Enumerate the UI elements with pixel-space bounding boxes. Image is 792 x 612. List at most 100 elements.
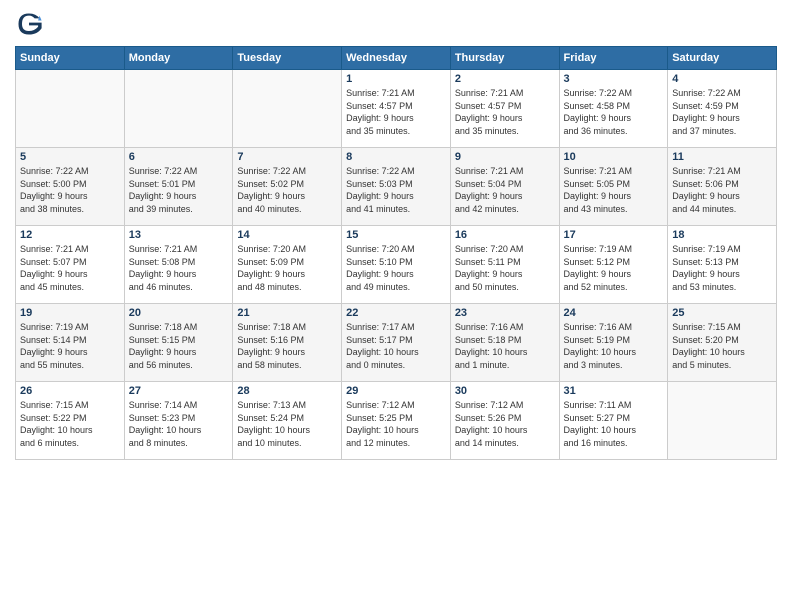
- calendar-day-cell: 7 Sunrise: 7:22 AM Sunset: 5:02 PM Daylig…: [233, 148, 342, 226]
- calendar-day-cell: 25 Sunrise: 7:15 AM Sunset: 5:20 PM Dayli…: [668, 304, 777, 382]
- calendar-day-cell: 12Sunrise: 7:21 AM Sunset: 5:07 PM Dayli…: [16, 226, 125, 304]
- calendar-week-row: 5Sunrise: 7:22 AM Sunset: 5:00 PM Daylig…: [16, 148, 777, 226]
- weekday-header: Wednesday: [342, 47, 451, 70]
- calendar-day-cell: 17Sunrise: 7:19 AM Sunset: 5:12 PM Dayli…: [559, 226, 668, 304]
- day-number: 21: [237, 307, 337, 319]
- day-info: Sunrise: 7:14 AM Sunset: 5:23 PM Dayligh…: [129, 399, 229, 449]
- day-info: Sunrise: 7:15 AM Sunset: 5:22 PM Dayligh…: [20, 399, 120, 449]
- day-info: Sunrise: 7:18 AM Sunset: 5:15 PM Dayligh…: [129, 321, 229, 371]
- calendar-day-cell: 5Sunrise: 7:22 AM Sunset: 5:00 PM Daylig…: [16, 148, 125, 226]
- calendar-day-cell: 3Sunrise: 7:22 AM Sunset: 4:58 PM Daylig…: [559, 70, 668, 148]
- logo-icon: [15, 10, 43, 38]
- day-info: Sunrise: 7:12 AM Sunset: 5:25 PM Dayligh…: [346, 399, 446, 449]
- day-number: 23: [455, 307, 555, 319]
- day-info: Sunrise: 7:21 AM Sunset: 5:06 PM Dayligh…: [672, 165, 772, 215]
- day-number: 31: [564, 385, 664, 397]
- day-info: Sunrise: 7:22 AM Sunset: 4:59 PM Dayligh…: [672, 87, 772, 137]
- calendar-day-cell: 16 Sunrise: 7:20 AM Sunset: 5:11 PM Dayli…: [450, 226, 559, 304]
- calendar-day-cell: 22 Sunrise: 7:17 AM Sunset: 5:17 PM Dayli…: [342, 304, 451, 382]
- calendar-day-cell: 29 Sunrise: 7:12 AM Sunset: 5:25 PM Dayli…: [342, 382, 451, 460]
- day-number: 13: [129, 229, 229, 241]
- calendar-day-cell: 15Sunrise: 7:20 AM Sunset: 5:10 PM Dayli…: [342, 226, 451, 304]
- calendar-week-row: 1 Sunrise: 7:21 AM Sunset: 4:57 PM Daylig…: [16, 70, 777, 148]
- day-info: Sunrise: 7:11 AM Sunset: 5:27 PM Dayligh…: [564, 399, 664, 449]
- day-number: 12: [20, 229, 120, 241]
- day-info: Sunrise: 7:18 AM Sunset: 5:16 PM Dayligh…: [237, 321, 337, 371]
- day-number: 18: [672, 229, 772, 241]
- calendar-week-row: 19 Sunrise: 7:19 AM Sunset: 5:14 PM Dayli…: [16, 304, 777, 382]
- day-number: 1: [346, 73, 446, 85]
- day-info: Sunrise: 7:17 AM Sunset: 5:17 PM Dayligh…: [346, 321, 446, 371]
- calendar-week-row: 26 Sunrise: 7:15 AM Sunset: 5:22 PM Dayli…: [16, 382, 777, 460]
- day-number: 30: [455, 385, 555, 397]
- day-number: 22: [346, 307, 446, 319]
- day-number: 5: [20, 151, 120, 163]
- calendar-day-cell: 24 Sunrise: 7:16 AM Sunset: 5:19 PM Dayli…: [559, 304, 668, 382]
- day-number: 7: [237, 151, 337, 163]
- calendar-day-cell: 19 Sunrise: 7:19 AM Sunset: 5:14 PM Dayli…: [16, 304, 125, 382]
- day-number: 17: [564, 229, 664, 241]
- weekday-header: Thursday: [450, 47, 559, 70]
- day-info: Sunrise: 7:22 AM Sunset: 5:02 PM Dayligh…: [237, 165, 337, 215]
- day-info: Sunrise: 7:15 AM Sunset: 5:20 PM Dayligh…: [672, 321, 772, 371]
- day-number: 29: [346, 385, 446, 397]
- day-info: Sunrise: 7:20 AM Sunset: 5:09 PM Dayligh…: [237, 243, 337, 293]
- calendar-day-cell: 8 Sunrise: 7:22 AM Sunset: 5:03 PM Daylig…: [342, 148, 451, 226]
- day-number: 14: [237, 229, 337, 241]
- calendar-day-cell: 4 Sunrise: 7:22 AM Sunset: 4:59 PM Daylig…: [668, 70, 777, 148]
- day-number: 8: [346, 151, 446, 163]
- calendar-day-cell: [124, 70, 233, 148]
- calendar-day-cell: [16, 70, 125, 148]
- day-info: Sunrise: 7:19 AM Sunset: 5:14 PM Dayligh…: [20, 321, 120, 371]
- weekday-header: Friday: [559, 47, 668, 70]
- calendar-day-cell: 6Sunrise: 7:22 AM Sunset: 5:01 PM Daylig…: [124, 148, 233, 226]
- day-number: 4: [672, 73, 772, 85]
- calendar-day-cell: 1 Sunrise: 7:21 AM Sunset: 4:57 PM Daylig…: [342, 70, 451, 148]
- day-info: Sunrise: 7:21 AM Sunset: 5:05 PM Dayligh…: [564, 165, 664, 215]
- day-number: 27: [129, 385, 229, 397]
- day-info: Sunrise: 7:16 AM Sunset: 5:19 PM Dayligh…: [564, 321, 664, 371]
- calendar-day-cell: 18 Sunrise: 7:19 AM Sunset: 5:13 PM Dayli…: [668, 226, 777, 304]
- calendar-week-row: 12Sunrise: 7:21 AM Sunset: 5:07 PM Dayli…: [16, 226, 777, 304]
- day-number: 3: [564, 73, 664, 85]
- calendar-day-cell: 30 Sunrise: 7:12 AM Sunset: 5:26 PM Dayli…: [450, 382, 559, 460]
- day-info: Sunrise: 7:21 AM Sunset: 4:57 PM Dayligh…: [455, 87, 555, 137]
- calendar-day-cell: 14 Sunrise: 7:20 AM Sunset: 5:09 PM Dayli…: [233, 226, 342, 304]
- calendar-table: SundayMondayTuesdayWednesdayThursdayFrid…: [15, 46, 777, 460]
- logo: [15, 10, 47, 38]
- day-info: Sunrise: 7:19 AM Sunset: 5:13 PM Dayligh…: [672, 243, 772, 293]
- header-row: SundayMondayTuesdayWednesdayThursdayFrid…: [16, 47, 777, 70]
- header: [15, 10, 777, 38]
- calendar-day-cell: [233, 70, 342, 148]
- calendar-day-cell: 20Sunrise: 7:18 AM Sunset: 5:15 PM Dayli…: [124, 304, 233, 382]
- day-number: 9: [455, 151, 555, 163]
- day-number: 24: [564, 307, 664, 319]
- day-number: 10: [564, 151, 664, 163]
- calendar-day-cell: 13Sunrise: 7:21 AM Sunset: 5:08 PM Dayli…: [124, 226, 233, 304]
- day-number: 16: [455, 229, 555, 241]
- calendar-day-cell: 31 Sunrise: 7:11 AM Sunset: 5:27 PM Dayli…: [559, 382, 668, 460]
- calendar-day-cell: 9Sunrise: 7:21 AM Sunset: 5:04 PM Daylig…: [450, 148, 559, 226]
- calendar-day-cell: 11Sunrise: 7:21 AM Sunset: 5:06 PM Dayli…: [668, 148, 777, 226]
- weekday-header: Monday: [124, 47, 233, 70]
- day-info: Sunrise: 7:12 AM Sunset: 5:26 PM Dayligh…: [455, 399, 555, 449]
- day-info: Sunrise: 7:20 AM Sunset: 5:11 PM Dayligh…: [455, 243, 555, 293]
- day-number: 26: [20, 385, 120, 397]
- day-number: 2: [455, 73, 555, 85]
- day-number: 15: [346, 229, 446, 241]
- day-number: 28: [237, 385, 337, 397]
- calendar-day-cell: 21 Sunrise: 7:18 AM Sunset: 5:16 PM Dayli…: [233, 304, 342, 382]
- day-number: 19: [20, 307, 120, 319]
- calendar-day-cell: 26 Sunrise: 7:15 AM Sunset: 5:22 PM Dayli…: [16, 382, 125, 460]
- calendar-day-cell: 2 Sunrise: 7:21 AM Sunset: 4:57 PM Daylig…: [450, 70, 559, 148]
- calendar-day-cell: 23 Sunrise: 7:16 AM Sunset: 5:18 PM Dayli…: [450, 304, 559, 382]
- day-info: Sunrise: 7:13 AM Sunset: 5:24 PM Dayligh…: [237, 399, 337, 449]
- calendar-day-cell: [668, 382, 777, 460]
- day-info: Sunrise: 7:22 AM Sunset: 5:03 PM Dayligh…: [346, 165, 446, 215]
- page-container: SundayMondayTuesdayWednesdayThursdayFrid…: [0, 0, 792, 470]
- day-info: Sunrise: 7:22 AM Sunset: 5:01 PM Dayligh…: [129, 165, 229, 215]
- calendar-day-cell: 10 Sunrise: 7:21 AM Sunset: 5:05 PM Dayli…: [559, 148, 668, 226]
- day-info: Sunrise: 7:16 AM Sunset: 5:18 PM Dayligh…: [455, 321, 555, 371]
- day-info: Sunrise: 7:21 AM Sunset: 4:57 PM Dayligh…: [346, 87, 446, 137]
- day-number: 25: [672, 307, 772, 319]
